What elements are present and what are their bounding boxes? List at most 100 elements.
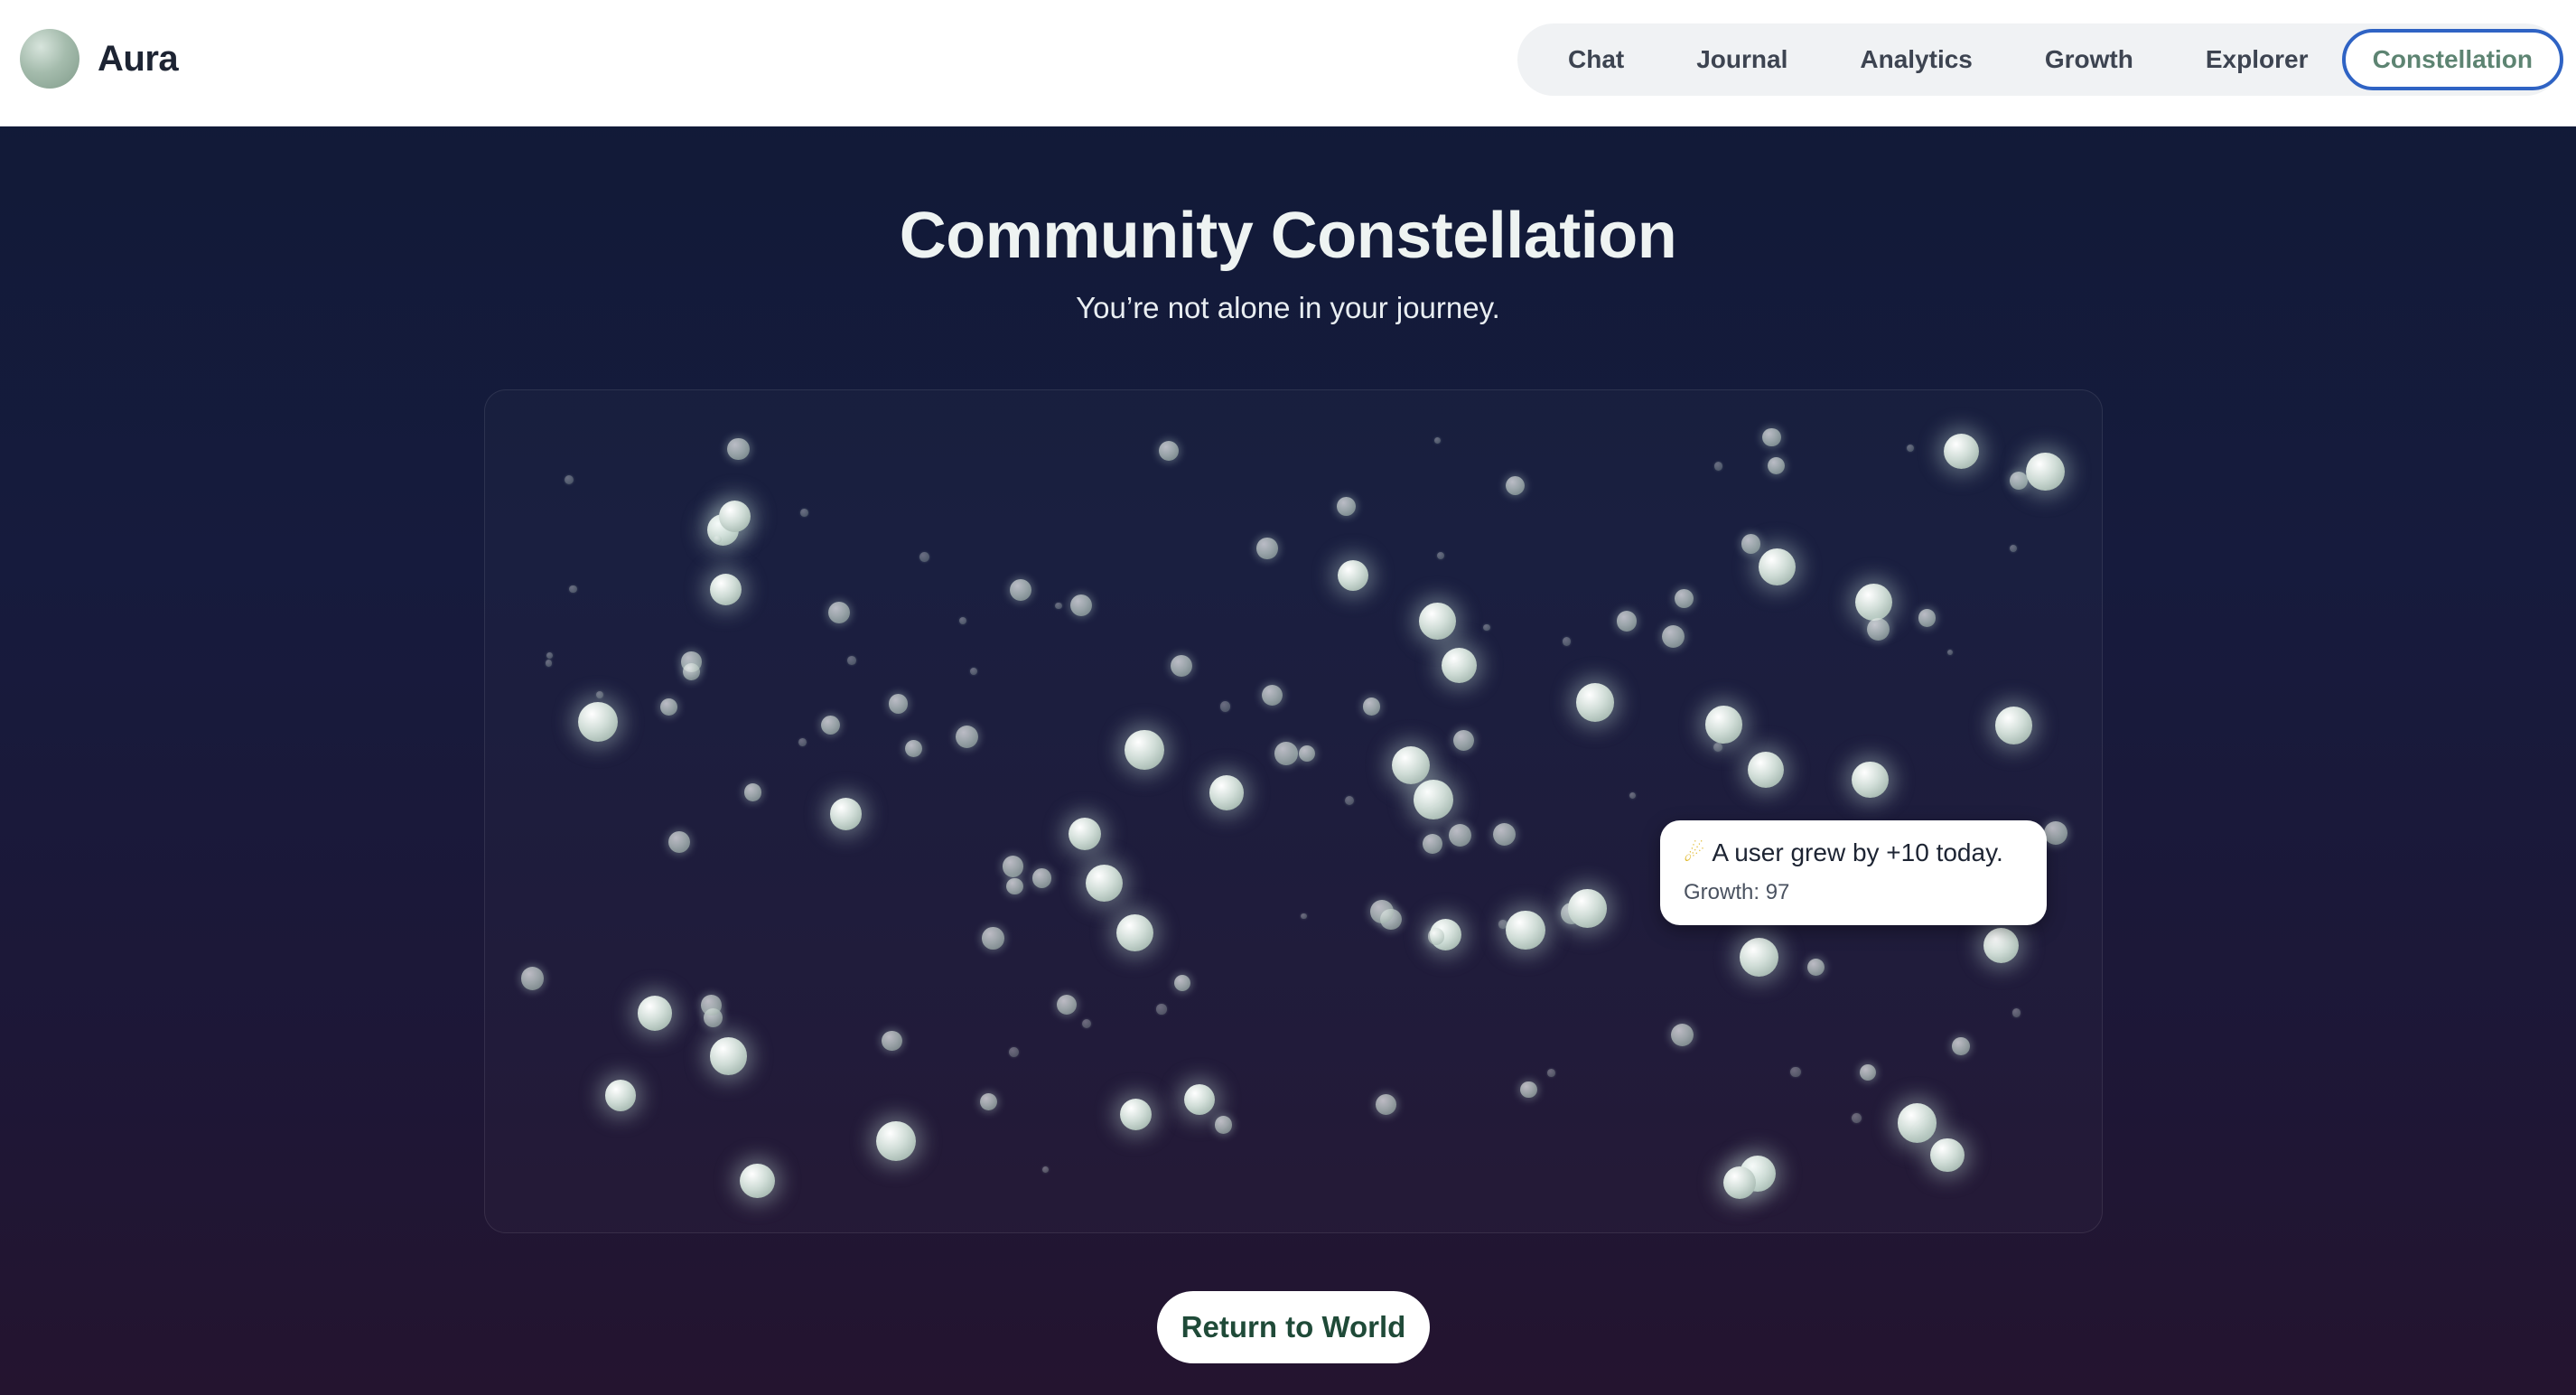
star[interactable] bbox=[800, 508, 808, 517]
star[interactable] bbox=[1042, 1166, 1049, 1173]
star[interactable] bbox=[1055, 603, 1062, 610]
star[interactable] bbox=[882, 1030, 902, 1052]
nav-chat[interactable]: Chat bbox=[1532, 29, 1660, 90]
star[interactable] bbox=[1337, 560, 1368, 592]
star[interactable] bbox=[1209, 775, 1245, 810]
star[interactable] bbox=[1414, 780, 1453, 819]
star[interactable] bbox=[1375, 1094, 1396, 1116]
star[interactable] bbox=[1010, 579, 1032, 602]
star[interactable] bbox=[1547, 1069, 1555, 1077]
star[interactable] bbox=[982, 927, 1004, 950]
star[interactable] bbox=[888, 694, 908, 714]
star[interactable] bbox=[1852, 762, 1889, 799]
star[interactable] bbox=[605, 1080, 637, 1111]
star[interactable] bbox=[1807, 958, 1825, 976]
star[interactable] bbox=[1616, 611, 1638, 632]
star[interactable] bbox=[1943, 433, 1980, 470]
star[interactable] bbox=[1762, 427, 1781, 447]
star[interactable] bbox=[1505, 475, 1526, 496]
star[interactable] bbox=[1344, 795, 1355, 806]
nav-constellation[interactable]: Constellation bbox=[2341, 29, 2563, 90]
star[interactable] bbox=[546, 651, 553, 659]
star[interactable] bbox=[1483, 623, 1490, 632]
star[interactable] bbox=[701, 995, 722, 1016]
star[interactable] bbox=[1057, 994, 1078, 1015]
star[interactable] bbox=[1562, 636, 1572, 646]
star[interactable] bbox=[1085, 864, 1124, 903]
star[interactable] bbox=[1441, 648, 1477, 684]
star[interactable] bbox=[1070, 595, 1093, 617]
star[interactable] bbox=[1520, 1081, 1537, 1099]
star[interactable] bbox=[564, 474, 574, 485]
star[interactable] bbox=[1006, 877, 1023, 894]
star[interactable] bbox=[798, 737, 807, 746]
star[interactable] bbox=[827, 602, 850, 624]
star[interactable] bbox=[1452, 729, 1475, 752]
star[interactable] bbox=[969, 667, 977, 675]
star[interactable] bbox=[1492, 823, 1516, 847]
star[interactable] bbox=[1173, 975, 1190, 992]
star[interactable] bbox=[1748, 752, 1785, 789]
star[interactable] bbox=[740, 1163, 776, 1199]
star[interactable] bbox=[904, 739, 922, 758]
star[interactable] bbox=[1704, 706, 1742, 744]
star[interactable] bbox=[2012, 1008, 2021, 1017]
star[interactable] bbox=[1575, 683, 1614, 722]
star[interactable] bbox=[2009, 471, 2028, 490]
star[interactable] bbox=[1713, 461, 1723, 471]
star[interactable] bbox=[1448, 824, 1472, 847]
star[interactable] bbox=[1116, 913, 1154, 951]
star[interactable] bbox=[569, 585, 577, 594]
nav-analytics[interactable]: Analytics bbox=[1824, 29, 2009, 90]
star[interactable] bbox=[1156, 1004, 1167, 1015]
star[interactable] bbox=[1722, 1166, 1757, 1200]
star[interactable] bbox=[1906, 444, 1915, 452]
star[interactable] bbox=[1946, 649, 1954, 656]
star[interactable] bbox=[919, 551, 929, 562]
star[interactable] bbox=[1362, 697, 1381, 716]
star[interactable] bbox=[1418, 603, 1456, 640]
star[interactable] bbox=[637, 996, 673, 1031]
star[interactable] bbox=[1370, 900, 1394, 923]
star[interactable] bbox=[1983, 927, 2019, 963]
star[interactable] bbox=[1671, 1023, 1694, 1046]
star[interactable] bbox=[1859, 1063, 1877, 1081]
star[interactable] bbox=[683, 663, 701, 681]
star[interactable] bbox=[667, 830, 691, 854]
star[interactable] bbox=[595, 690, 603, 699]
star[interactable] bbox=[1741, 534, 1761, 554]
star[interactable] bbox=[1031, 868, 1052, 888]
star[interactable] bbox=[1952, 1037, 1970, 1055]
star[interactable] bbox=[1568, 889, 1607, 928]
star[interactable] bbox=[1506, 911, 1545, 950]
star[interactable] bbox=[1918, 609, 1936, 627]
star[interactable] bbox=[1629, 791, 1636, 800]
nav-journal[interactable]: Journal bbox=[1660, 29, 1824, 90]
star[interactable] bbox=[980, 1092, 998, 1110]
star[interactable] bbox=[1391, 746, 1430, 785]
star[interactable] bbox=[829, 798, 863, 830]
star[interactable] bbox=[1301, 913, 1307, 920]
star[interactable] bbox=[1082, 1018, 1092, 1029]
star[interactable] bbox=[1184, 1083, 1216, 1115]
star[interactable] bbox=[1866, 617, 1890, 641]
star[interactable] bbox=[1433, 437, 1441, 444]
star[interactable] bbox=[545, 660, 553, 668]
star[interactable] bbox=[726, 437, 750, 461]
star[interactable] bbox=[1427, 928, 1444, 945]
star[interactable] bbox=[709, 1037, 748, 1075]
star[interactable] bbox=[1436, 552, 1444, 560]
star[interactable] bbox=[718, 500, 751, 533]
star[interactable] bbox=[1713, 742, 1723, 752]
star[interactable] bbox=[1120, 1099, 1153, 1131]
star[interactable] bbox=[1337, 497, 1356, 516]
star[interactable] bbox=[2009, 544, 2017, 552]
star[interactable] bbox=[1214, 1116, 1233, 1134]
star[interactable] bbox=[1298, 745, 1315, 763]
brand[interactable]: Aura bbox=[20, 29, 179, 89]
star[interactable] bbox=[1897, 1103, 1937, 1143]
star[interactable] bbox=[1851, 1112, 1862, 1123]
star[interactable] bbox=[2026, 452, 2065, 491]
star[interactable] bbox=[958, 617, 966, 625]
star[interactable] bbox=[846, 655, 856, 665]
